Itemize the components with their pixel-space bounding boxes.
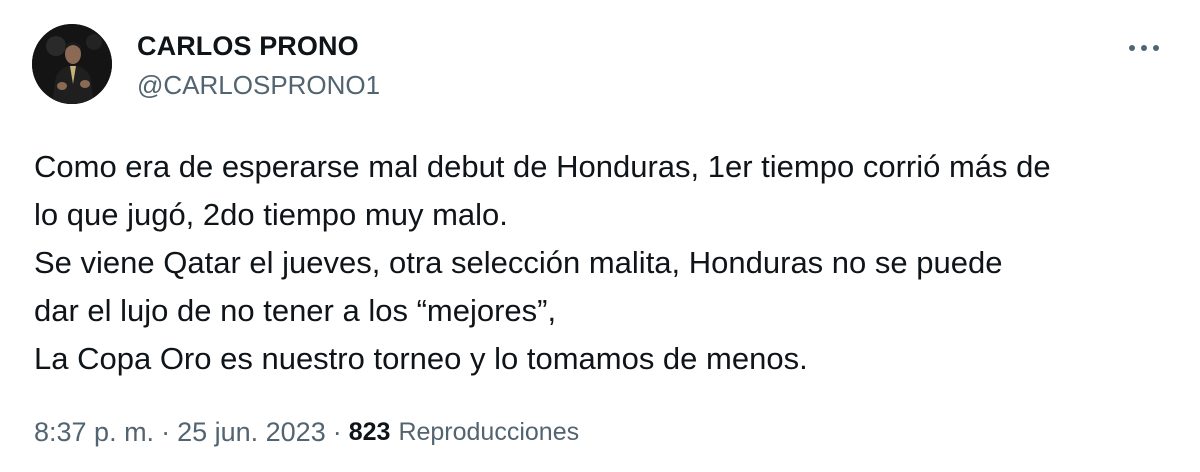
tweet-time[interactable]: 8:37 p. m. [34, 417, 154, 448]
avatar[interactable] [32, 24, 112, 104]
avatar-photo [32, 24, 112, 104]
tweet-header: CARLOS PRONO @CARLOSPRONO1 [32, 24, 1168, 104]
views-label: Reproducciones [398, 417, 580, 446]
more-options-button[interactable] [1124, 28, 1164, 68]
tweet-date[interactable]: 25 jun. 2023 [177, 417, 326, 448]
meta-separator: · [332, 416, 342, 447]
tweet-meta: 8:37 p. m. · 25 jun. 2023 · 823 Reproduc… [34, 410, 579, 454]
views-count: 823 [348, 417, 391, 446]
tweet-text: Como era de esperarse mal debut de Hondu… [34, 149, 1051, 376]
meta-separator: · [161, 416, 171, 447]
more-horizontal-icon [1129, 45, 1159, 51]
tweet-card: CARLOS PRONO @CARLOSPRONO1 Como era de e… [0, 0, 1200, 472]
author-info: CARLOS PRONO @CARLOSPRONO1 [137, 24, 380, 102]
author-handle[interactable]: @CARLOSPRONO1 [137, 68, 380, 102]
author-display-name[interactable]: CARLOS PRONO [137, 28, 380, 64]
